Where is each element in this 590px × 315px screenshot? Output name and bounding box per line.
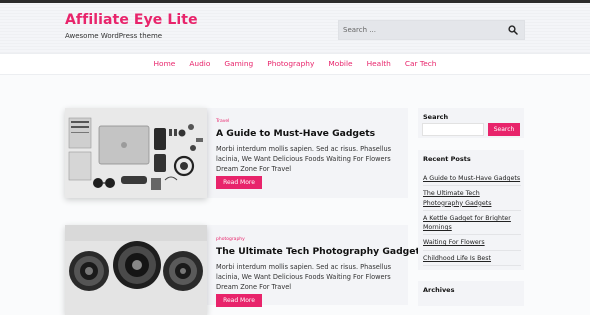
- sidebar-archives-widget: Archives: [418, 281, 524, 306]
- recent-post-link[interactable]: A Kettle Gadget for Brighter Mornings: [423, 214, 521, 236]
- nav-item-photography[interactable]: Photography: [267, 59, 314, 68]
- post-excerpt: Morbi interdum mollis sapien. Sed ac ris…: [216, 145, 392, 173]
- sidebar-search-widget: Search Search: [418, 108, 524, 138]
- post-title[interactable]: A Guide to Must-Have Gadgets: [216, 128, 375, 139]
- main-navigation: Home Audio Gaming Photography Mobile Health Ca…: [0, 53, 590, 75]
- sidebar-search-button[interactable]: Search: [488, 123, 520, 136]
- camera-lenses-photo[interactable]: [65, 225, 207, 315]
- widget-title: Archives: [423, 286, 455, 294]
- nav-item-home[interactable]: Home: [154, 59, 176, 68]
- post-card: photography The Ultimate Tech Photograph…: [65, 225, 425, 315]
- post-title[interactable]: The Ultimate Tech Photography Gadgets: [216, 246, 425, 257]
- widget-title: Search: [423, 113, 449, 121]
- sidebar-search-input[interactable]: [422, 123, 484, 136]
- recent-posts-list: A Guide to Must-Have Gadgets The Ultimat…: [423, 174, 521, 269]
- site-title[interactable]: Affiliate Eye Lite: [65, 12, 198, 28]
- nav-item-car-tech[interactable]: Car Tech: [405, 59, 437, 68]
- sidebar-recent-posts-widget: Recent Posts A Guide to Must-Have Gadget…: [418, 150, 524, 270]
- post-excerpt: Morbi interdum mollis sapien. Sed ac ris…: [216, 263, 392, 291]
- post-card: Travel A Guide to Must-Have Gadgets Morb…: [65, 108, 408, 198]
- post-category[interactable]: Travel: [216, 119, 229, 124]
- nav-item-mobile[interactable]: Mobile: [328, 59, 352, 68]
- header-search-input[interactable]: [339, 21, 503, 39]
- nav-item-gaming[interactable]: Gaming: [224, 59, 253, 68]
- post-category[interactable]: photography: [216, 237, 245, 242]
- gadgets-flatlay-photo[interactable]: [65, 108, 207, 198]
- header-search: [338, 20, 525, 40]
- nav-item-health[interactable]: Health: [367, 59, 391, 68]
- widget-title: Recent Posts: [423, 155, 471, 163]
- recent-post-link[interactable]: The Ultimate Tech Photography Gadgets: [423, 189, 521, 211]
- site-description: Awesome WordPress theme: [65, 32, 163, 40]
- read-more-button[interactable]: Read More: [216, 176, 262, 189]
- recent-post-link[interactable]: Waiting For Flowers: [423, 238, 521, 251]
- search-icon[interactable]: [508, 25, 518, 35]
- read-more-button[interactable]: Read More: [216, 294, 262, 307]
- nav-item-audio[interactable]: Audio: [189, 59, 210, 68]
- site-header: Affiliate Eye Lite Awesome WordPress the…: [0, 3, 590, 53]
- recent-post-link[interactable]: A Guide to Must-Have Gadgets: [423, 174, 521, 187]
- recent-post-link[interactable]: Childhood Life Is Best: [423, 254, 521, 267]
